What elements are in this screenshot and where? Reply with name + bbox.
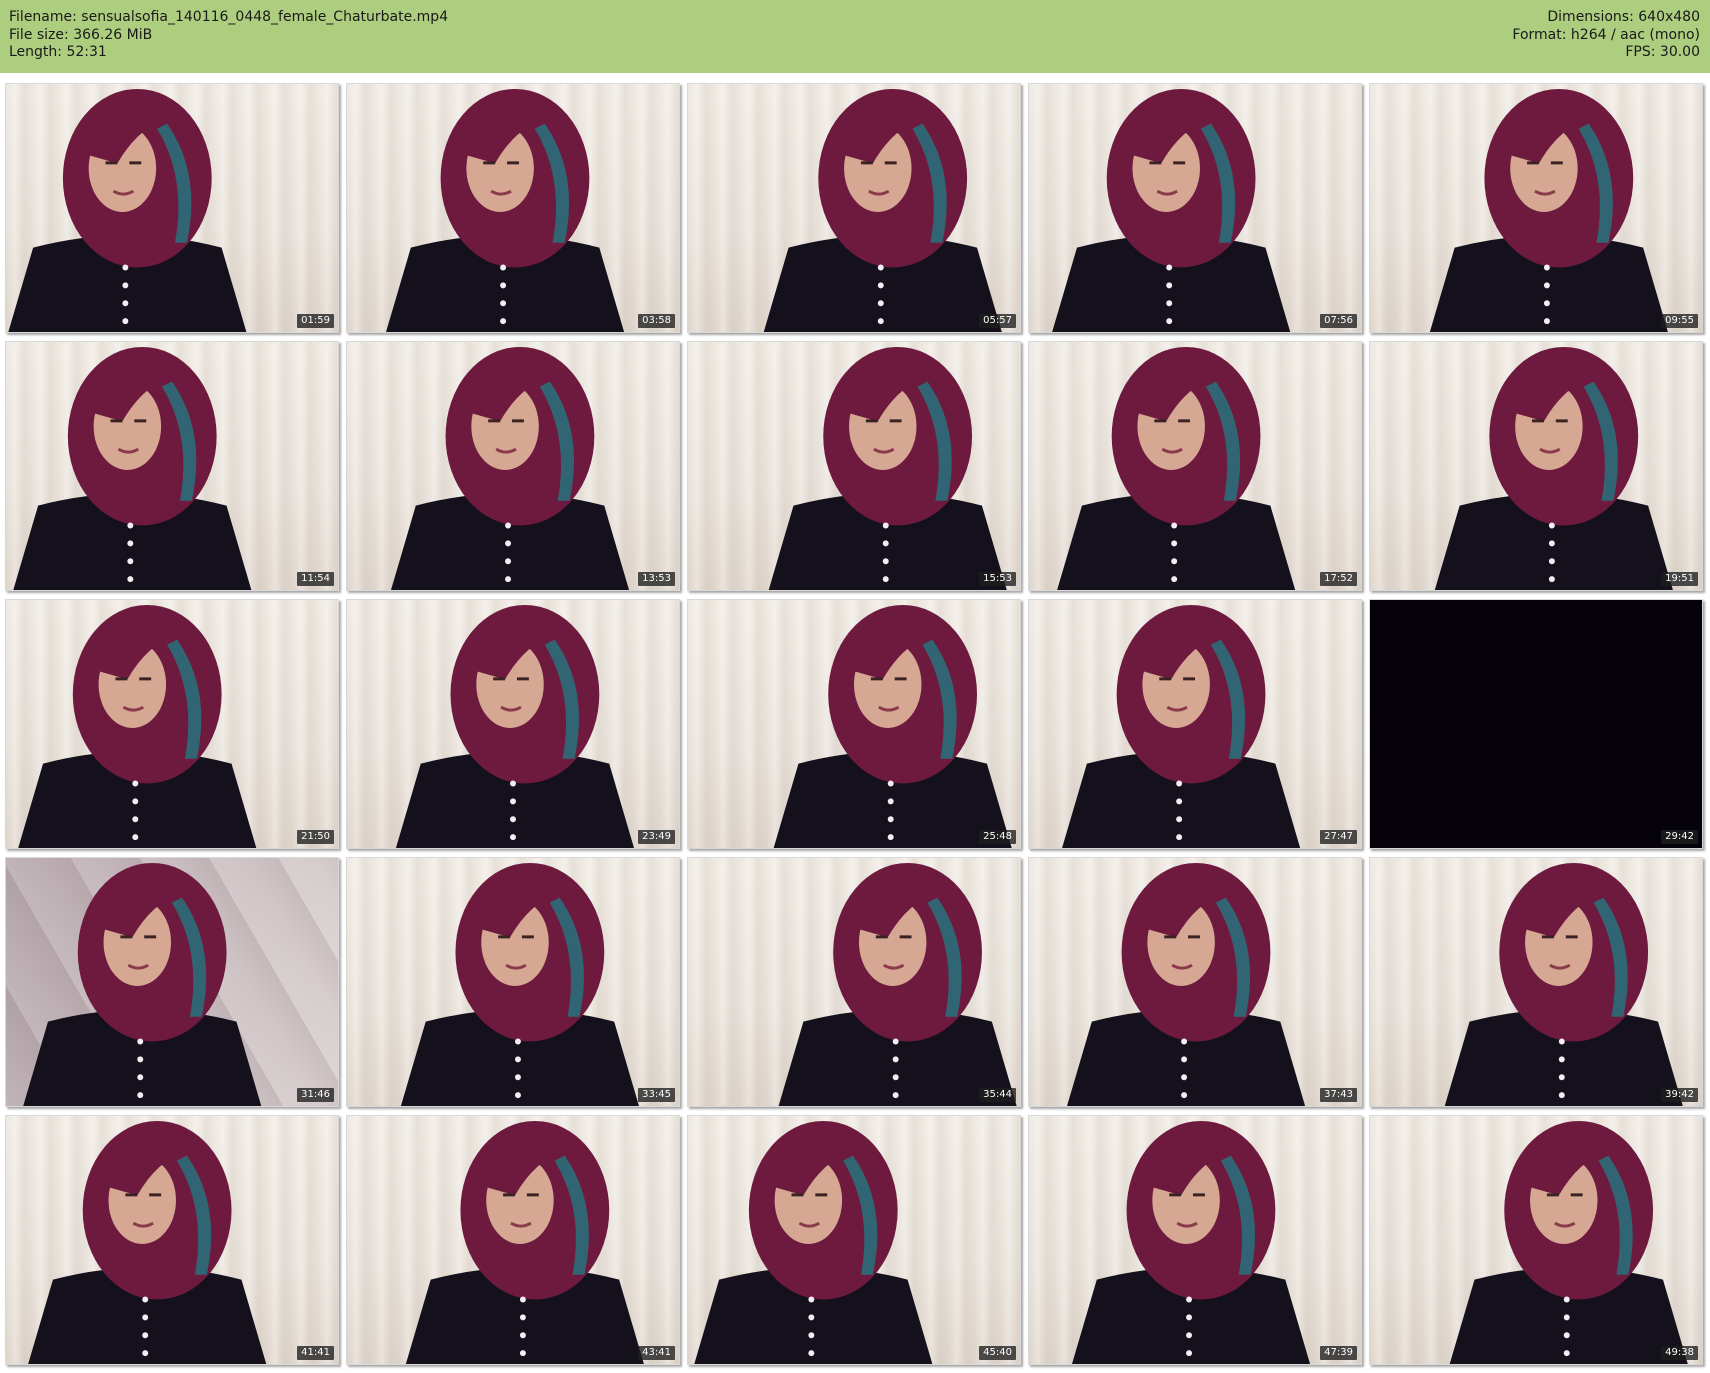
video-thumbnail[interactable]: 21:50 [5, 599, 339, 849]
video-thumbnail[interactable]: 37:43 [1028, 857, 1362, 1107]
frame-image [763, 88, 1002, 332]
timestamp-badge: 39:42 [1661, 1088, 1698, 1102]
frame-image [1057, 346, 1296, 590]
video-thumbnail[interactable]: 45:40 [687, 1115, 1021, 1365]
timestamp-badge: 43:41 [638, 1346, 675, 1360]
timestamp-badge: 25:48 [979, 830, 1016, 844]
timestamp-badge: 41:41 [297, 1346, 334, 1360]
frame-image [1067, 862, 1306, 1106]
frame-image [18, 604, 257, 848]
timestamp-badge: 45:40 [979, 1346, 1016, 1360]
video-thumbnail[interactable]: 43:41 [346, 1115, 680, 1365]
timestamp-badge: 03:58 [638, 314, 675, 328]
video-thumbnail[interactable]: 19:51 [1369, 341, 1703, 591]
frame-image [768, 346, 1007, 590]
frame-image [1062, 604, 1301, 848]
video-thumbnail[interactable]: 17:52 [1028, 341, 1362, 591]
frame-image [13, 346, 252, 590]
frame-image [23, 862, 262, 1106]
frame-image [1071, 1120, 1311, 1364]
frame-image [405, 1120, 644, 1364]
frame-image [390, 346, 630, 590]
video-thumbnail[interactable]: 23:49 [346, 599, 680, 849]
video-thumbnail[interactable]: 25:48 [687, 599, 1021, 849]
timestamp-badge: 05:57 [979, 314, 1016, 328]
frame-image [28, 1120, 267, 1364]
frame-image [1052, 88, 1291, 332]
timestamp-badge: 29:42 [1661, 830, 1698, 844]
video-thumbnail[interactable]: 29:42 [1369, 599, 1703, 849]
frame-image [8, 88, 247, 332]
video-thumbnail[interactable]: 47:39 [1028, 1115, 1362, 1365]
frame-image [1449, 1120, 1688, 1364]
video-thumbnail[interactable]: 27:47 [1028, 599, 1362, 849]
video-thumbnail[interactable]: 09:55 [1369, 83, 1703, 333]
timestamp-badge: 33:45 [638, 1088, 675, 1102]
timestamp-badge: 21:50 [297, 830, 334, 844]
video-thumbnail[interactable]: 03:58 [346, 83, 680, 333]
video-thumbnail[interactable]: 07:56 [1028, 83, 1362, 333]
frame-image [1444, 862, 1683, 1106]
timestamp-badge: 09:55 [1661, 314, 1698, 328]
video-thumbnail[interactable]: 33:45 [346, 857, 680, 1107]
frame-image [395, 604, 635, 848]
frame-image [773, 604, 1012, 848]
timestamp-badge: 47:39 [1320, 1346, 1357, 1360]
video-thumbnail[interactable]: 35:44 [687, 857, 1021, 1107]
video-thumbnail[interactable]: 39:42 [1369, 857, 1703, 1107]
video-thumbnail[interactable]: 11:54 [5, 341, 339, 591]
video-thumbnail[interactable]: 01:59 [5, 83, 339, 333]
video-thumbnail[interactable]: 41:41 [5, 1115, 339, 1365]
frame-image [778, 862, 1017, 1106]
thumbnail-grid: 01:59 03:58 05:57 07:56 09:55 11:54 13:53 15:53… [0, 0, 1710, 1373]
timestamp-badge: 11:54 [297, 572, 334, 586]
timestamp-badge: 31:46 [297, 1088, 334, 1102]
timestamp-badge: 01:59 [297, 314, 334, 328]
timestamp-badge: 37:43 [1320, 1088, 1357, 1102]
frame-image [400, 862, 639, 1106]
video-thumbnail[interactable]: 13:53 [346, 341, 680, 591]
timestamp-badge: 15:53 [979, 572, 1016, 586]
timestamp-badge: 49:38 [1661, 1346, 1698, 1360]
video-thumbnail[interactable]: 49:38 [1369, 1115, 1703, 1365]
frame-image [1429, 88, 1668, 332]
timestamp-badge: 19:51 [1661, 572, 1698, 586]
frame-image [386, 88, 625, 332]
video-thumbnail[interactable]: 15:53 [687, 341, 1021, 591]
video-thumbnail[interactable]: 05:57 [687, 83, 1021, 333]
timestamp-badge: 27:47 [1320, 830, 1357, 844]
frame-image [1434, 346, 1673, 590]
video-thumbnail[interactable]: 31:46 [5, 857, 339, 1107]
timestamp-badge: 35:44 [979, 1088, 1016, 1102]
frame-image [694, 1120, 933, 1364]
timestamp-badge: 07:56 [1320, 314, 1357, 328]
timestamp-badge: 13:53 [638, 572, 675, 586]
timestamp-badge: 17:52 [1320, 572, 1357, 586]
timestamp-badge: 23:49 [638, 830, 675, 844]
